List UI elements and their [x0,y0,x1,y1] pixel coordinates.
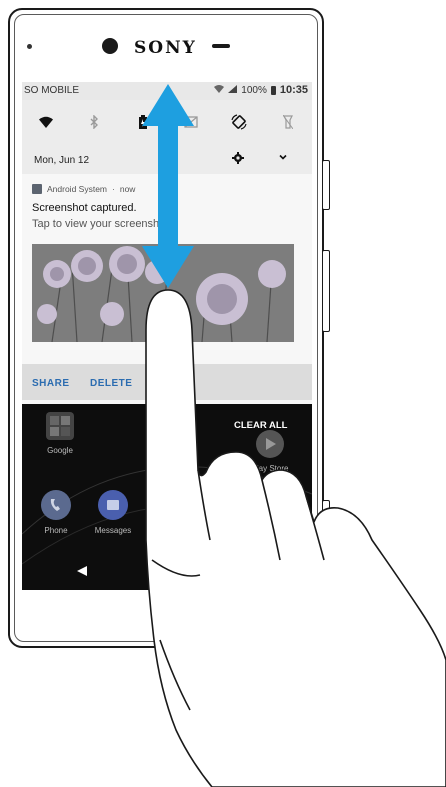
flashlight-icon[interactable] [264,100,312,144]
auto-rotate-icon[interactable] [215,100,263,144]
app-label-phone: Phone [44,526,68,535]
front-camera [102,38,118,54]
messages-icon [88,490,138,522]
signal-icon [228,85,238,95]
app-messages[interactable]: Messages [88,490,138,535]
carrier-label: SO MOBILE [24,85,80,96]
app-phone[interactable]: Phone [32,490,80,535]
notification-app-name: Android System [47,184,107,194]
app-label-google: Google [47,446,73,455]
volume-button [322,250,330,332]
status-indicators: 100% 10:35 [214,84,308,96]
app-label-messages: Messages [94,526,132,535]
brand-logo: SONY [134,38,197,58]
home-screen-background: Google CLEAR ALL Play Store Phone Messag… [22,404,312,590]
chevron-down-icon[interactable] [278,152,288,165]
google-folder-icon [34,412,86,442]
phone-icon [32,490,80,522]
screenshot-notification[interactable]: Android System · now Screenshot captured… [22,174,312,419]
battery-percent: 100% [241,84,267,96]
notification-header: Android System · now [32,184,135,194]
camera-button [322,500,330,562]
illustration-stage: SONY SO MOBILE 100% 10:35 Mon, Jun 12 An… [0,0,446,787]
status-bar: SO MOBILE 100% 10:35 [22,82,312,100]
date-row: Mon, Jun 12 [22,144,312,175]
share-button[interactable]: SHARE [32,378,70,389]
battery-icon [270,85,276,95]
wifi-status-icon [214,85,225,95]
notification-title: Screenshot captured. [32,202,137,214]
android-system-icon [32,184,42,194]
proximity-sensor [27,44,32,49]
quick-settings-row [22,100,312,144]
wifi-icon[interactable] [22,100,70,144]
phone-screen: SO MOBILE 100% 10:35 Mon, Jun 12 Android… [22,82,312,590]
back-icon[interactable] [76,564,88,582]
earpiece-speaker [212,44,230,48]
play-store-icon [240,430,300,460]
app-label-play-store: Play Store [251,464,289,473]
nfc-icon[interactable] [167,100,215,144]
battery-saver-icon[interactable] [119,100,167,144]
delete-button[interactable]: DELETE [90,378,132,389]
bluetooth-icon[interactable] [70,100,118,144]
app-google[interactable]: Google [34,412,86,455]
date-label: Mon, Jun 12 [34,155,90,166]
notification-body: Tap to view your screenshot [32,218,169,230]
screenshot-preview-image[interactable] [32,244,294,342]
app-play-store[interactable]: Play Store [240,416,300,473]
clock: 10:35 [279,84,308,96]
notification-time: now [119,184,136,194]
side-button [322,160,330,210]
notification-actions: SHARE DELETE [22,364,312,400]
header-separator: · [112,184,115,194]
gear-icon[interactable] [232,152,244,167]
